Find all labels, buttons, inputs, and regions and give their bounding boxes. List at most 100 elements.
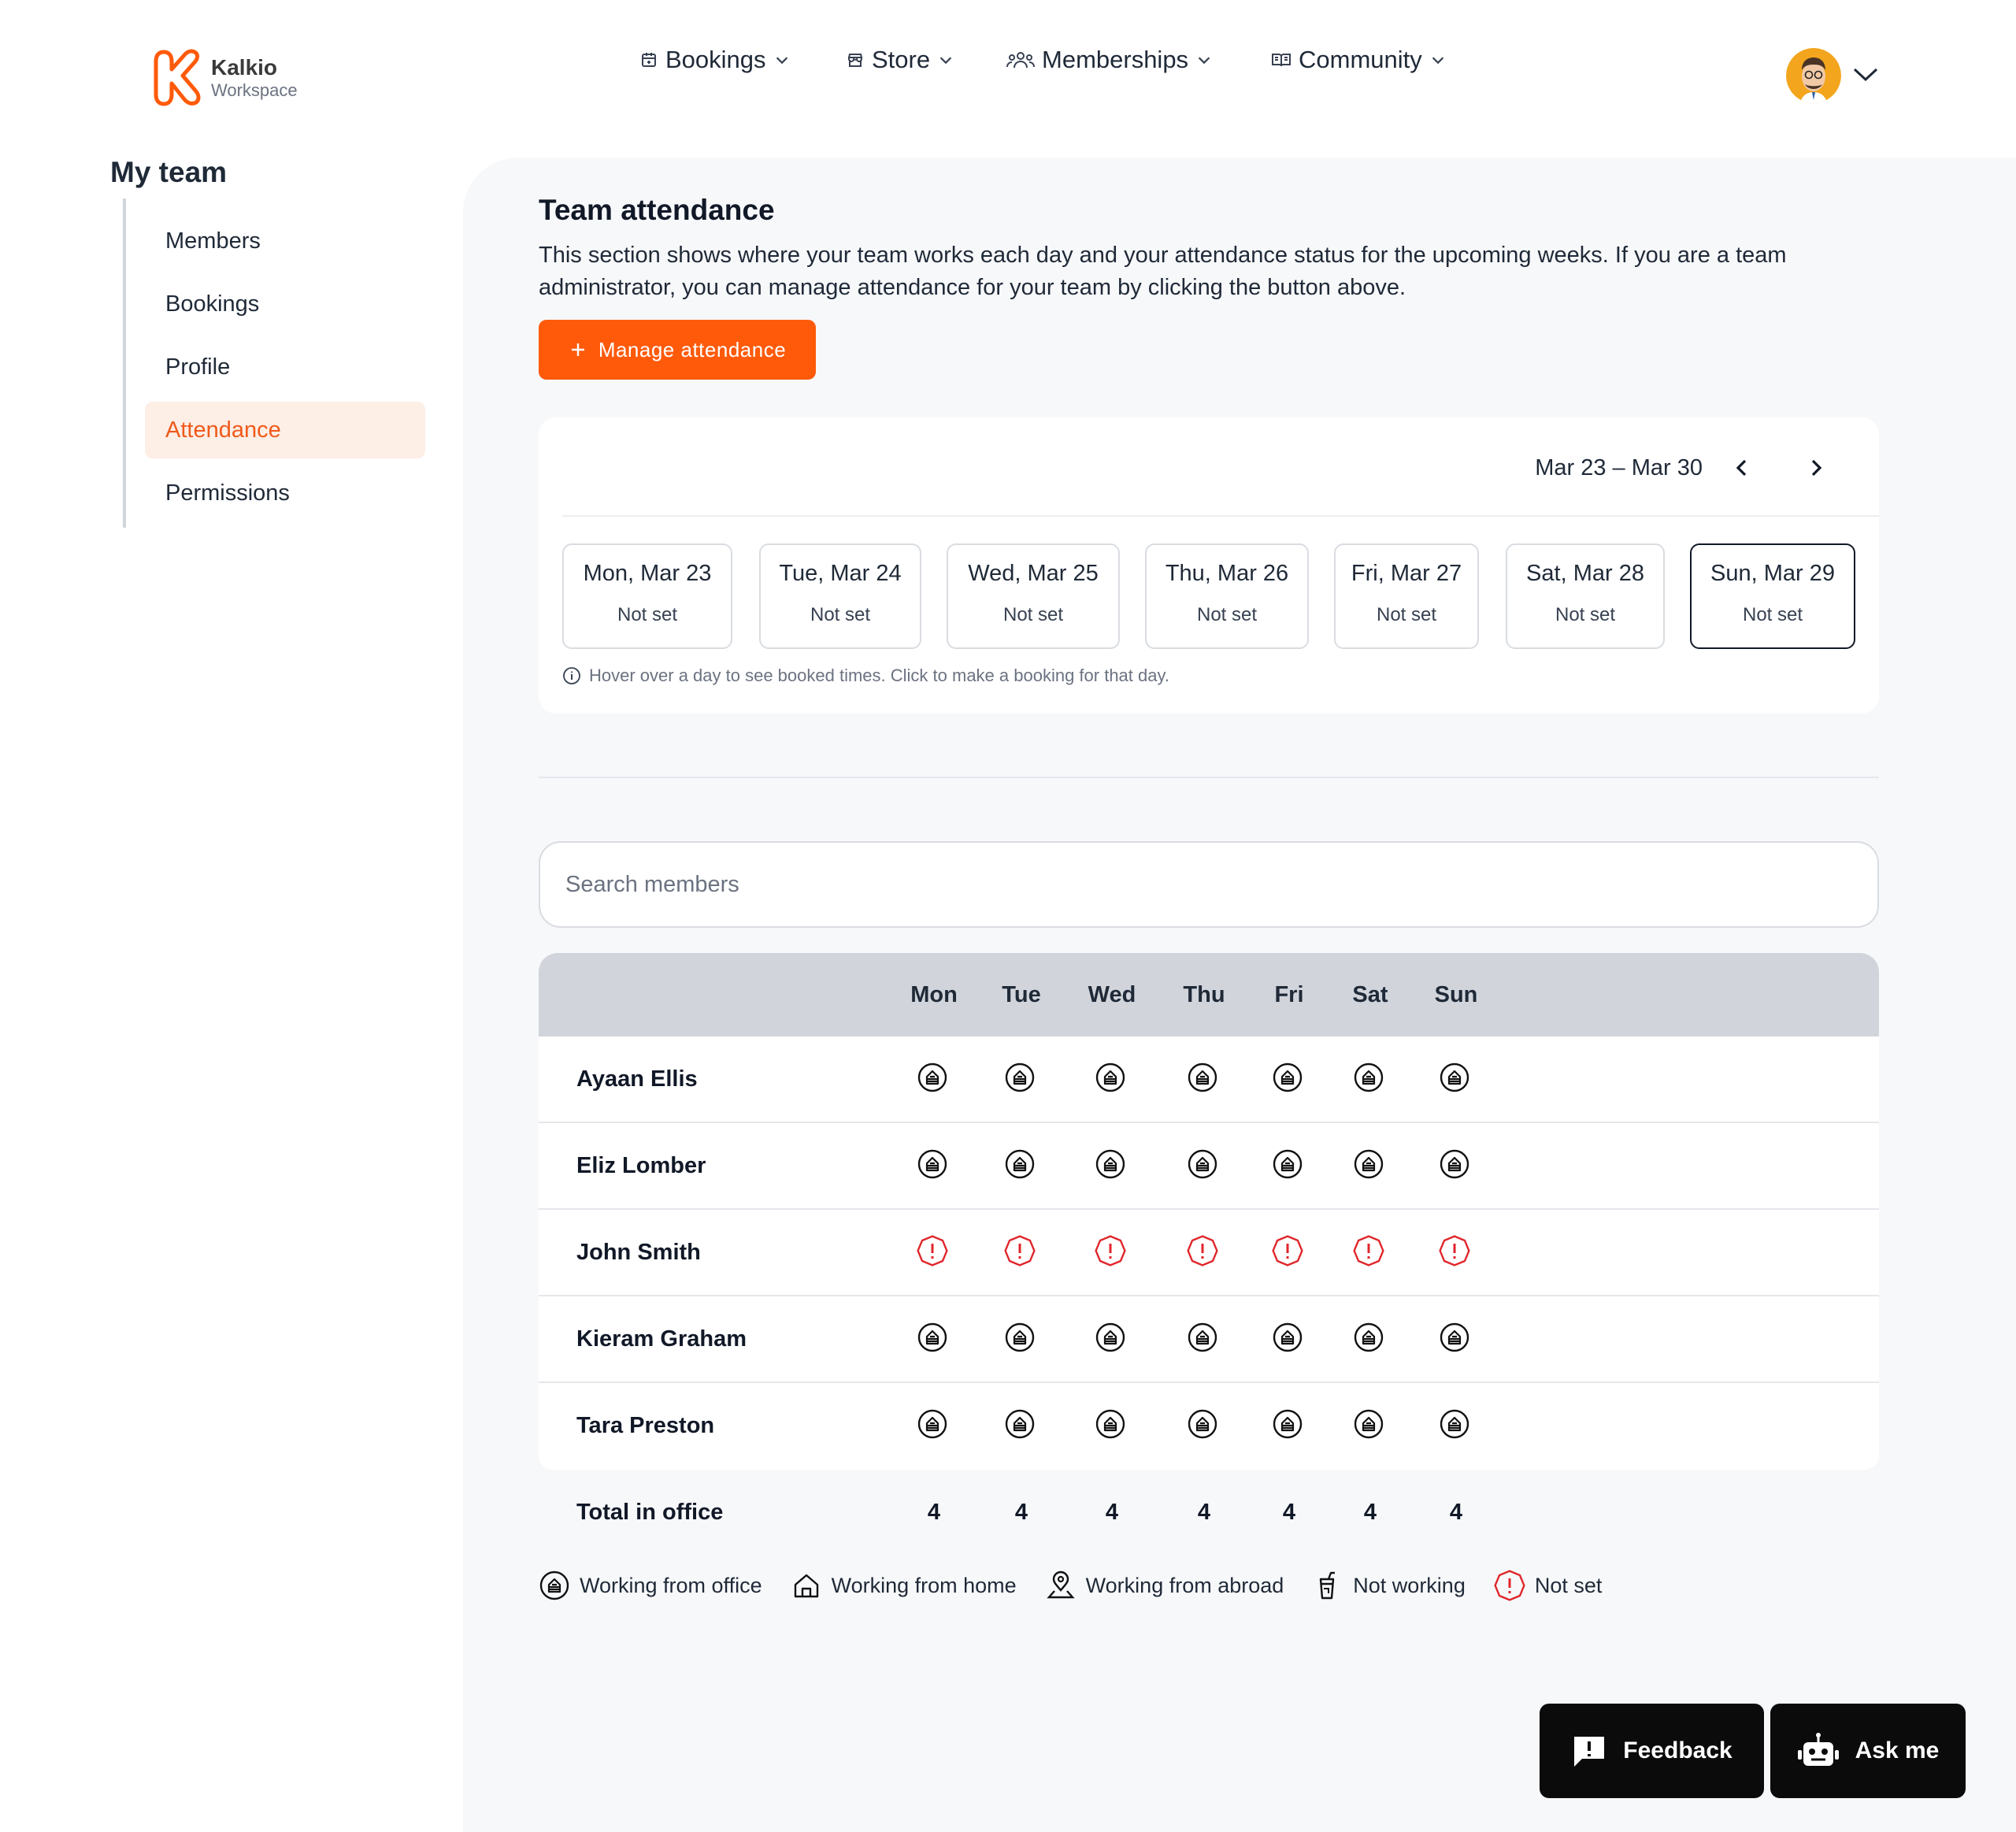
office-icon[interactable] [1004,1408,1039,1443]
calendar-icon [642,53,656,67]
search-members-input[interactable] [539,841,1879,928]
user-avatar[interactable] [1786,48,1841,103]
alert-icon[interactable] [1095,1235,1129,1270]
account-chevron-down-icon[interactable] [1852,66,1879,83]
table-row[interactable]: Kieram Graham [539,1296,1879,1383]
day-status: Not set [1555,604,1616,625]
total-value: 4 [1282,1500,1296,1525]
sidebar-item-attendance[interactable]: Attendance [145,402,425,458]
feedback-label: Feedback [1623,1737,1732,1763]
day-mon[interactable]: Mon, Mar 23 Not set [562,543,732,649]
alert-icon[interactable] [1272,1235,1306,1270]
office-icon[interactable] [1004,1148,1039,1183]
ask-me-button[interactable]: Ask me [1770,1704,1966,1798]
day-fri[interactable]: Fri, Mar 27 Not set [1334,543,1479,649]
avatar-image-icon [1786,48,1841,103]
office-icon[interactable] [1187,1148,1221,1183]
alert-icon[interactable] [917,1235,951,1270]
office-icon[interactable] [1353,1322,1388,1356]
day-date: Tue, Mar 24 [779,561,902,586]
feedback-button[interactable]: Feedback [1540,1704,1764,1798]
office-icon[interactable] [1004,1062,1039,1096]
sidebar-item-bookings[interactable]: Bookings [145,276,425,332]
nav-memberships[interactable]: Memberships [1006,46,1213,74]
office-icon[interactable] [1439,1322,1473,1356]
office-icon[interactable] [917,1408,951,1443]
office-icon[interactable] [1187,1062,1221,1096]
office-icon[interactable] [1272,1148,1306,1183]
page-title: Team attendance [539,194,775,226]
office-icon[interactable] [1439,1408,1473,1443]
nav-store[interactable]: Store [846,46,954,74]
main-panel: Team attendance This section shows where… [463,158,2016,1832]
week-hint-text: Hover over a day to see booked times. Cl… [589,666,1169,685]
chevron-right-icon[interactable] [1805,457,1827,479]
office-icon[interactable] [1187,1408,1221,1443]
brand-name: Kalkio [211,55,278,80]
legend-item: Working from home [791,1570,1017,1601]
week-card: Mar 23 – Mar 30 Mon, Mar 23 Not set Tue,… [539,417,1879,714]
legend-label: Working from abroad [1085,1573,1284,1597]
nav-community[interactable]: Community [1271,46,1447,74]
sidebar-item-permissions[interactable]: Permissions [145,465,425,521]
day-wed[interactable]: Wed, Mar 25 Not set [947,543,1120,649]
table-row[interactable]: Ayaan Ellis [539,1037,1879,1123]
office-icon[interactable] [1095,1322,1129,1356]
office-icon[interactable] [1187,1322,1221,1356]
sidebar-item-profile[interactable]: Profile [145,339,425,395]
office-icon[interactable] [917,1322,951,1356]
day-tue[interactable]: Tue, Mar 24 Not set [759,543,921,649]
office-icon[interactable] [1439,1148,1473,1183]
legend-label: Not set [1534,1573,1603,1597]
office-icon[interactable] [1095,1408,1129,1443]
office-icon[interactable] [1004,1322,1039,1356]
day-status: Not set [810,604,871,625]
alert-icon[interactable] [1187,1235,1221,1270]
office-icon[interactable] [917,1148,951,1183]
office-icon[interactable] [1095,1062,1129,1096]
chevron-left-icon[interactable] [1731,457,1753,479]
alert-icon[interactable] [1353,1235,1388,1270]
day-status: Not set [1002,604,1064,625]
office-icon[interactable] [917,1062,951,1096]
table-row[interactable]: Tara Preston [539,1383,1879,1470]
day-sat[interactable]: Sat, Mar 28 Not set [1506,543,1665,649]
total-value: 4 [1014,1500,1028,1525]
column-header-tue: Tue [1002,982,1041,1007]
table-row[interactable]: John Smith [539,1210,1879,1296]
table-row[interactable]: Eliz Lomber [539,1123,1879,1210]
alert-icon[interactable] [1004,1235,1039,1270]
office-icon[interactable] [1095,1148,1129,1183]
day-thu[interactable]: Thu, Mar 26 Not set [1145,543,1309,649]
day-status: Not set [1376,604,1437,625]
robot-icon [1797,1733,1839,1766]
nav-memberships-label: Memberships [1042,46,1189,73]
day-status: Not set [617,604,678,625]
alert-icon[interactable] [1439,1235,1473,1270]
chevron-down-icon [939,57,952,65]
day-date: Thu, Mar 26 [1165,561,1289,586]
member-name: Tara Preston [576,1413,715,1438]
brand-logo[interactable]: Kalkio Workspace [153,47,298,109]
office-icon[interactable] [1439,1062,1473,1096]
sidebar-title: My team [110,156,228,188]
day-status: Not set [1742,604,1803,625]
chevron-down-icon [1432,57,1443,65]
office-icon[interactable] [1272,1062,1306,1096]
office-icon[interactable] [1272,1408,1306,1443]
legend-item: Working from office [539,1570,762,1601]
sidebar-item-members[interactable]: Members [145,213,425,269]
total-value: 4 [1449,1500,1463,1525]
office-icon[interactable] [1353,1062,1388,1096]
legend-label: Working from office [580,1573,762,1597]
office-icon[interactable] [1353,1408,1388,1443]
column-header-fri: Fri [1274,982,1304,1007]
member-name: Kieram Graham [576,1326,747,1352]
day-sun[interactable]: Sun, Mar 29 Not set [1690,543,1855,649]
brand-sub: Workspace [211,80,298,100]
manage-attendance-button[interactable]: Manage attendance [539,320,816,380]
nav-bookings[interactable]: Bookings [639,46,791,74]
office-icon[interactable] [1272,1322,1306,1356]
drink-icon [1320,1571,1336,1600]
office-icon[interactable] [1353,1148,1388,1183]
